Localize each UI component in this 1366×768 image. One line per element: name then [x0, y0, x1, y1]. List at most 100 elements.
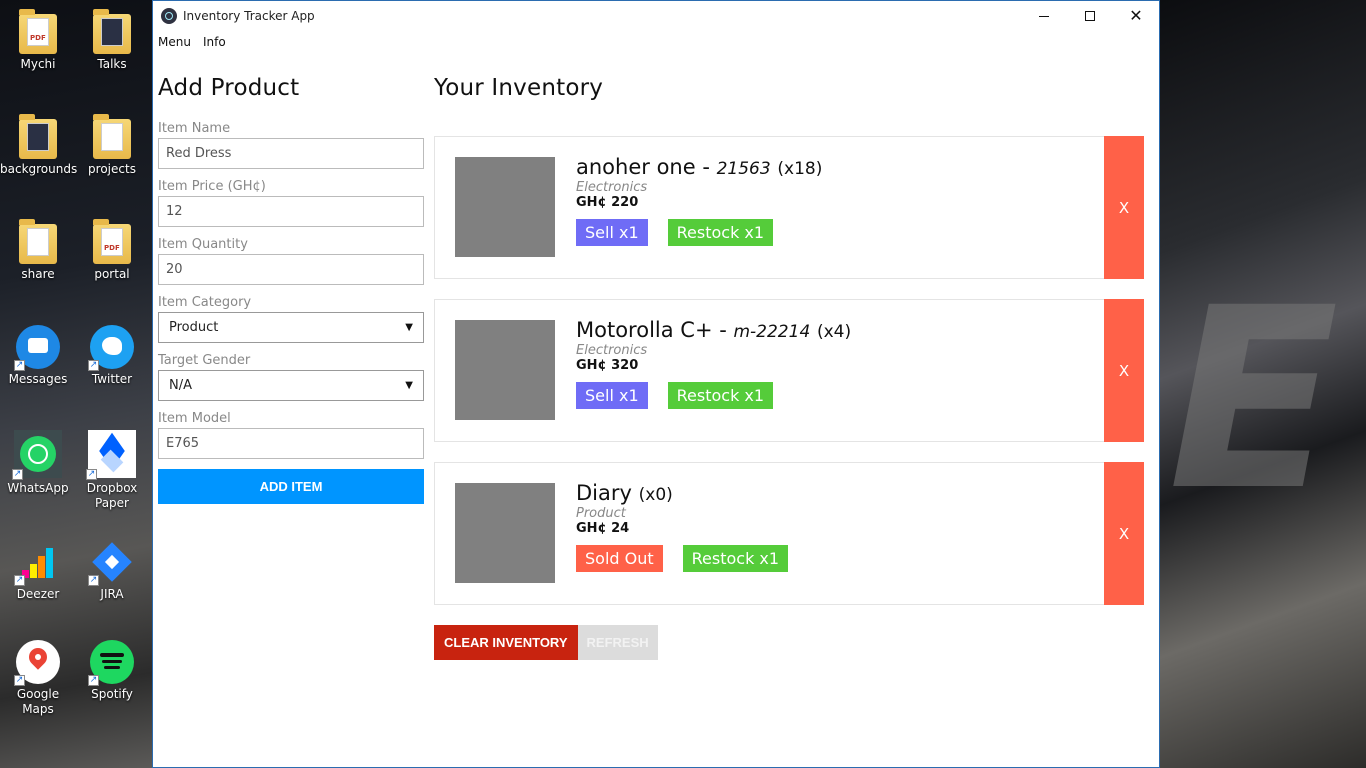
menu-bar: Menu Info	[153, 31, 1159, 53]
form-title: Add Product	[158, 75, 300, 101]
item-quantity-label: Item Quantity	[158, 237, 248, 252]
desktop-icon-spotify[interactable]: ↗ Spotify	[74, 640, 150, 702]
item-model-label: Item Model	[158, 411, 231, 426]
desktop-icon-deezer[interactable]: ↗ Deezer	[0, 540, 76, 602]
desktop-icon-portal[interactable]: portal	[74, 219, 150, 282]
item-category-select[interactable]: Product ▼	[158, 312, 424, 343]
product-price: GH¢ 24	[576, 521, 630, 536]
messages-icon: ↗	[14, 325, 60, 371]
product-category: Product	[576, 506, 626, 521]
product-category: Electronics	[576, 180, 648, 195]
add-item-button[interactable]: ADD ITEM	[158, 469, 424, 504]
sell-button[interactable]: Sell x1	[576, 382, 648, 409]
app-window: Inventory Tracker App ✕ Menu Info Add Pr…	[152, 0, 1160, 768]
jira-icon: ↗	[88, 540, 134, 586]
card-body: anoher one - 21563 (x18) Electronics GH¢…	[576, 155, 822, 246]
desktop-icon-label: projects	[88, 162, 136, 176]
inventory-card: anoher one - 21563 (x18) Electronics GH¢…	[434, 136, 1144, 279]
target-gender-value: N/A	[169, 378, 192, 393]
window-title: Inventory Tracker App	[183, 9, 315, 23]
card-actions: Sell x1 Restock x1	[576, 219, 822, 246]
card-body: Motorolla C+ - m-22214 (x4) Electronics …	[576, 318, 851, 409]
product-title: Motorolla C+ - m-22214 (x4)	[576, 318, 851, 342]
card-actions: Sold Out Restock x1	[576, 545, 789, 572]
product-category: Electronics	[576, 343, 648, 358]
product-image	[455, 320, 555, 420]
desktop-icon-label: Twitter	[91, 372, 133, 386]
desktop-icon-dropbox-paper[interactable]: ↗ Dropbox Paper	[74, 430, 150, 511]
sell-button[interactable]: Sell x1	[576, 219, 648, 246]
add-product-form: Add Product Item Name Red Dress Item Pri…	[158, 75, 424, 504]
desktop-icon-label: Deezer	[16, 587, 60, 601]
product-image	[455, 157, 555, 257]
item-name-label: Item Name	[158, 121, 231, 136]
dropbox-paper-icon: ↗	[86, 430, 136, 480]
desktop-icon-label: Dropbox Paper	[86, 481, 138, 510]
item-quantity-input[interactable]: 20	[158, 254, 424, 285]
close-button[interactable]: ✕	[1113, 1, 1159, 31]
desktop-icon-google-maps[interactable]: ↗ Google Maps	[0, 640, 76, 717]
desktop-icon-talks[interactable]: Talks	[74, 9, 150, 72]
title-bar[interactable]: Inventory Tracker App ✕	[153, 1, 1159, 31]
desktop-icon-label: Messages	[8, 372, 68, 386]
product-name: Motorolla C+	[576, 318, 713, 342]
desktop-icon-label: WhatsApp	[7, 481, 69, 495]
inventory-panel: Your Inventory anoher one - 21563 (x18) …	[434, 75, 1144, 660]
product-title: Diary (x0)	[576, 481, 788, 505]
item-price-label: Item Price (GH¢)	[158, 179, 266, 194]
item-model-input[interactable]: E765	[158, 428, 424, 459]
desktop-icon-label: Google Maps	[16, 687, 60, 716]
minimize-button[interactable]	[1021, 1, 1067, 31]
restock-button[interactable]: Restock x1	[667, 382, 774, 409]
delete-item-button[interactable]: X	[1104, 299, 1144, 442]
item-price-input[interactable]: 12	[158, 196, 424, 227]
close-icon: ✕	[1129, 6, 1143, 25]
clear-inventory-button[interactable]: CLEAR INVENTORY	[434, 625, 578, 660]
item-name-input[interactable]: Red Dress	[158, 138, 424, 169]
sold-out-button[interactable]: Sold Out	[576, 545, 663, 572]
desktop-icon-label: Spotify	[91, 687, 133, 701]
inventory-card: Diary (x0) Product GH¢ 24 Sold Out Resto…	[434, 462, 1144, 605]
delete-item-button[interactable]: X	[1104, 462, 1144, 605]
whatsapp-icon: ↗	[12, 430, 62, 480]
app-logo-icon	[161, 8, 177, 24]
card-body: Diary (x0) Product GH¢ 24 Sold Out Resto…	[576, 481, 789, 572]
delete-item-button[interactable]: X	[1104, 136, 1144, 279]
dropdown-caret-icon: ▼	[405, 322, 413, 333]
product-price: GH¢ 220	[576, 195, 639, 210]
folder-icon	[19, 219, 57, 264]
inventory-title: Your Inventory	[434, 75, 604, 101]
desktop-icon-mychi[interactable]: Mychi	[0, 9, 76, 72]
desktop-icon-whatsapp[interactable]: ↗ WhatsApp	[0, 430, 76, 496]
item-category-value: Product	[169, 320, 219, 335]
product-quantity: (x0)	[638, 485, 673, 505]
folder-icon	[93, 114, 131, 159]
product-price: GH¢ 320	[576, 358, 639, 373]
restock-button[interactable]: Restock x1	[682, 545, 789, 572]
desktop-icon-label: portal	[94, 267, 130, 281]
restock-button[interactable]: Restock x1	[667, 219, 774, 246]
desktop-icon-share[interactable]: share	[0, 219, 76, 282]
desktop-icon-jira[interactable]: ↗ JIRA	[74, 540, 150, 602]
desktop-icon-projects[interactable]: projects	[74, 114, 150, 177]
product-model: 21563	[716, 159, 771, 179]
maximize-icon	[1085, 11, 1095, 21]
title-separator: -	[712, 318, 734, 342]
menu-item-info[interactable]: Info	[203, 35, 226, 49]
desktop-icon-backgrounds[interactable]: backgrounds	[0, 114, 78, 177]
folder-icon	[19, 114, 57, 159]
target-gender-select[interactable]: N/A ▼	[158, 370, 424, 401]
product-title: anoher one - 21563 (x18)	[576, 155, 822, 179]
menu-item-menu[interactable]: Menu	[158, 35, 191, 49]
desktop-icons: Mychi Talks backgrounds projects share p…	[0, 0, 152, 768]
desktop-icon-twitter[interactable]: ↗ Twitter	[74, 325, 150, 387]
inventory-actions: CLEAR INVENTORY REFRESH	[434, 625, 1144, 660]
product-model: m-22214	[733, 322, 811, 342]
desktop-icon-messages[interactable]: ↗ Messages	[0, 325, 76, 387]
folder-icon	[93, 9, 131, 54]
deezer-icon: ↗	[14, 540, 60, 586]
refresh-button[interactable]: REFRESH	[577, 625, 658, 660]
maximize-button[interactable]	[1067, 1, 1113, 31]
desktop-icon-label: backgrounds	[0, 162, 78, 176]
product-name: Diary	[576, 481, 632, 505]
